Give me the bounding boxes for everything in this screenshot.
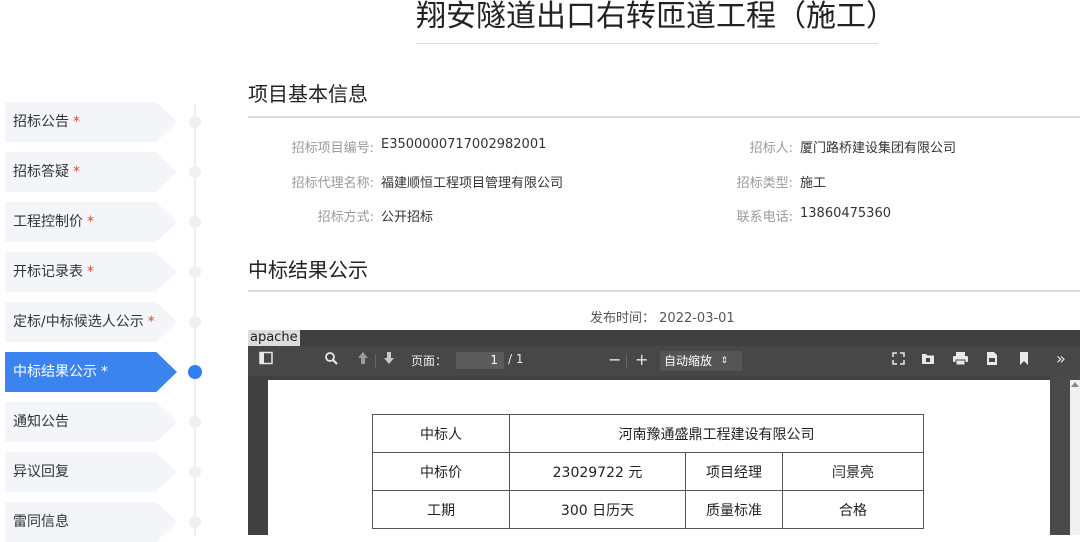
required-mark: * bbox=[147, 314, 155, 330]
required-mark: * bbox=[101, 364, 108, 380]
divider bbox=[248, 116, 1080, 118]
price-label: 中标价 bbox=[372, 452, 510, 491]
sidebar-item-label: 异议回复 bbox=[13, 464, 69, 480]
type-value: 施工 bbox=[800, 176, 827, 191]
sidebar-item-label: 工程控制价 bbox=[13, 214, 83, 230]
zoom-in-icon[interactable]: + bbox=[635, 350, 648, 369]
timeline-dot bbox=[189, 116, 201, 128]
table-row: 工期 300 日历天 质量标准 合格 bbox=[372, 490, 924, 529]
quality-value: 合格 bbox=[782, 490, 924, 529]
zoom-select[interactable]: 自动缩放 ⇕ bbox=[660, 351, 742, 371]
sidebar-item-opening-record[interactable]: 开标记录表 * bbox=[5, 252, 177, 292]
sidebar-item-candidate-notice[interactable]: 定标/中标候选人公示 * bbox=[5, 302, 177, 342]
method-label: 招标方式: bbox=[317, 210, 374, 225]
publish-time: 发布时间： 2022-03-01 bbox=[590, 307, 735, 326]
page-title: 翔安隧道出口右转匝道工程（施工） bbox=[416, 0, 896, 44]
tenderer-value: 厦门路桥建设集团有限公司 bbox=[800, 141, 957, 156]
result-heading: 中标结果公示 bbox=[248, 258, 368, 282]
table-row: 中标价 23029722 元 项目经理 闫景亮 bbox=[372, 452, 924, 491]
winner-value: 河南豫通盛鼎工程建设有限公司 bbox=[509, 414, 924, 453]
sidebar-item-label: 招标公告 bbox=[13, 114, 69, 130]
sidebar-item-control-price[interactable]: 工程控制价 * bbox=[5, 202, 177, 242]
sidebar-item-label: 开标记录表 bbox=[13, 264, 83, 280]
project-no-value: E3500000717002982001 bbox=[381, 137, 547, 152]
timeline-dot-active bbox=[188, 365, 202, 379]
toolbar-separator bbox=[375, 354, 376, 368]
timeline-dot bbox=[189, 216, 201, 228]
zoom-value: 自动缩放 bbox=[664, 354, 713, 368]
arrow-up-icon[interactable] bbox=[357, 351, 369, 369]
tenderer-label: 招标人: bbox=[749, 141, 793, 156]
agent-value: 福建顺恒工程项目管理有限公司 bbox=[381, 176, 564, 191]
basic-info-heading: 项目基本信息 bbox=[248, 82, 368, 106]
required-mark: * bbox=[87, 214, 94, 230]
manager-value: 闫景亮 bbox=[782, 452, 924, 491]
project-no-label: 招标项目编号: bbox=[291, 141, 374, 156]
required-mark: * bbox=[73, 114, 80, 130]
sidebar-item-objection-reply[interactable]: 异议回复 bbox=[5, 452, 177, 492]
arrow-down-icon[interactable] bbox=[383, 351, 395, 369]
sidebar-item-similarity-info[interactable]: 雷同信息 bbox=[5, 502, 177, 542]
phone-value: 13860475360 bbox=[800, 206, 891, 221]
quality-label: 质量标准 bbox=[685, 490, 783, 529]
timeline-dot bbox=[189, 416, 201, 428]
price-value: 23029722 元 bbox=[509, 452, 686, 491]
page-label: 页面： bbox=[411, 354, 448, 368]
manager-label: 项目经理 bbox=[685, 452, 783, 491]
sidebar-item-label: 通知公告 bbox=[13, 414, 69, 430]
fullscreen-icon[interactable] bbox=[892, 352, 905, 369]
agent-label: 招标代理名称: bbox=[291, 176, 374, 191]
page-total: / 1 bbox=[508, 352, 524, 366]
scrollbar[interactable] bbox=[1070, 380, 1080, 535]
sidebar-item-label: 雷同信息 bbox=[13, 514, 69, 530]
sidebar-item-bid-notice[interactable]: 招标公告 * bbox=[5, 102, 177, 142]
sidebar-item-bid-qa[interactable]: 招标答疑 * bbox=[5, 152, 177, 192]
method-value: 公开招标 bbox=[381, 210, 434, 225]
viewer-title: apache bbox=[248, 330, 300, 346]
more-tools-icon[interactable]: » bbox=[1056, 349, 1066, 368]
period-label: 工期 bbox=[372, 490, 510, 529]
winner-label: 中标人 bbox=[372, 414, 510, 453]
pdf-viewer: apache 页面： 1 / 1 − + 自动缩放 ⇕ » 中标人 河南豫通盛鼎… bbox=[248, 330, 1080, 535]
pdf-page: 中标人 河南豫通盛鼎工程建设有限公司 中标价 23029722 元 项目经理 闫… bbox=[268, 380, 1050, 535]
scroll-up-icon[interactable] bbox=[1071, 382, 1079, 387]
open-file-icon[interactable] bbox=[921, 352, 935, 369]
period-value: 300 日历天 bbox=[509, 490, 686, 529]
download-icon[interactable] bbox=[986, 352, 998, 369]
toolbar-separator bbox=[626, 354, 627, 368]
sidebar-toggle-icon[interactable] bbox=[259, 351, 273, 369]
sidebar-item-label: 定标/中标候选人公示 bbox=[13, 314, 144, 330]
table-row: 中标人 河南豫通盛鼎工程建设有限公司 bbox=[372, 414, 924, 453]
pdf-toolbar: 页面： 1 / 1 − + 自动缩放 ⇕ » bbox=[248, 346, 1080, 376]
timeline-dot bbox=[189, 316, 201, 328]
divider bbox=[248, 290, 1080, 292]
sidebar-item-notices[interactable]: 通知公告 bbox=[5, 402, 177, 442]
bookmark-icon[interactable] bbox=[1020, 352, 1028, 369]
phone-label: 联系电话: bbox=[736, 210, 793, 225]
award-table: 中标人 河南豫通盛鼎工程建设有限公司 中标价 23029722 元 项目经理 闫… bbox=[372, 414, 924, 529]
sidebar-item-label: 招标答疑 bbox=[13, 164, 69, 180]
timeline-dot bbox=[189, 266, 201, 278]
page-number-input[interactable]: 1 bbox=[456, 352, 504, 369]
sidebar-item-label: 中标结果公示 bbox=[13, 364, 97, 380]
select-arrows-icon: ⇕ bbox=[720, 356, 728, 366]
search-icon[interactable] bbox=[324, 351, 338, 369]
print-icon[interactable] bbox=[953, 352, 968, 369]
zoom-out-icon[interactable]: − bbox=[608, 350, 621, 369]
required-mark: * bbox=[87, 264, 94, 280]
timeline-dot bbox=[189, 466, 201, 478]
publish-label: 发布时间： bbox=[590, 311, 656, 326]
sidebar-item-award-result[interactable]: 中标结果公示 * bbox=[5, 352, 177, 392]
timeline-dot bbox=[189, 166, 201, 178]
timeline-dot bbox=[189, 516, 201, 528]
publish-date: 2022-03-01 bbox=[659, 311, 735, 326]
required-mark: * bbox=[73, 164, 80, 180]
type-label: 招标类型: bbox=[736, 176, 793, 191]
